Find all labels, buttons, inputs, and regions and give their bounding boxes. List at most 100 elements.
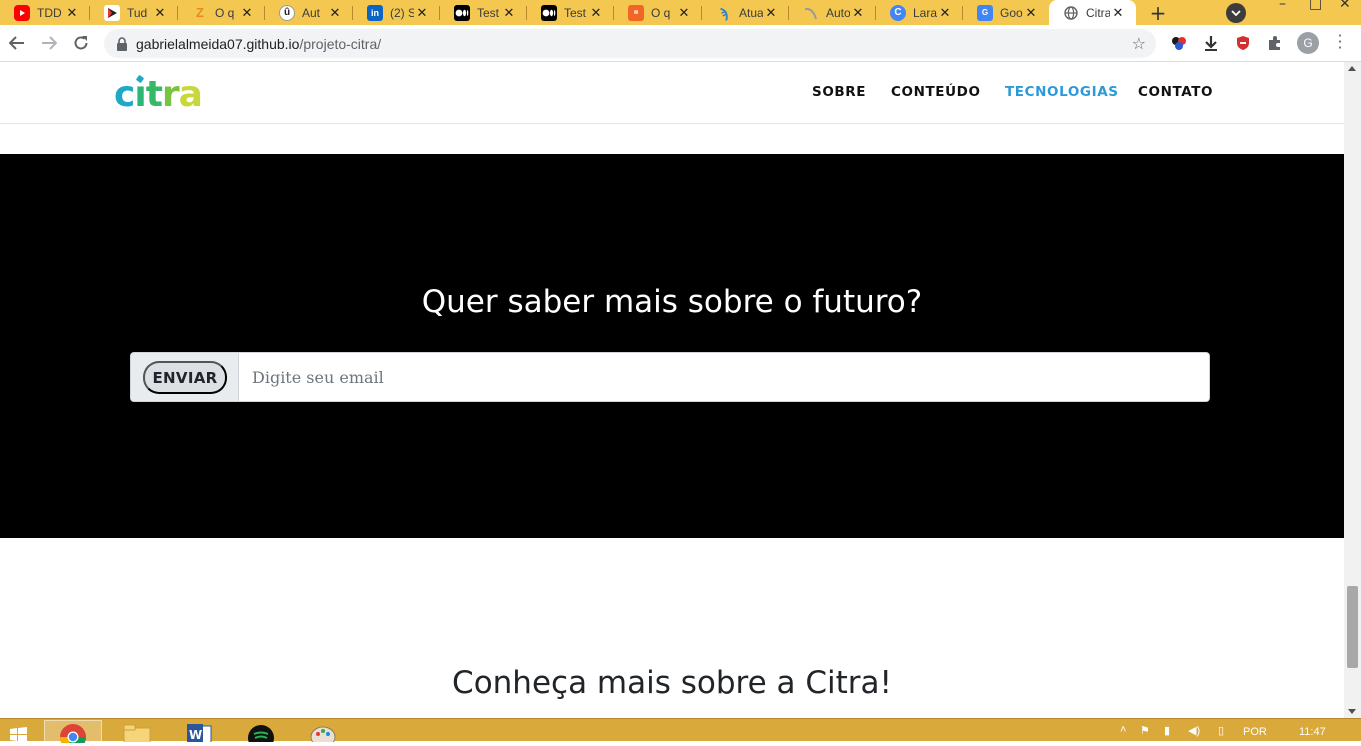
citra-logo[interactable]: cıtra — [114, 74, 214, 115]
close-icon[interactable]: ✕ — [64, 5, 80, 21]
browser-tab[interactable]: G Goo ✕ — [963, 0, 1049, 25]
email-input[interactable] — [240, 353, 1209, 401]
back-arrow-icon[interactable] — [5, 31, 29, 55]
taskbar-word[interactable]: W — [170, 720, 228, 742]
site-header: cıtra SOBRE CONTEÚDO TECNOLOGIAS CONTATO — [0, 62, 1344, 124]
tab-title: Atua — [739, 5, 763, 20]
medium-icon — [454, 4, 470, 21]
udemy-icon: û — [279, 4, 295, 21]
browser-tab-strip: TDD ✕ Tud ✕ Z O q ✕ û Aut ✕ in (2) S ✕ T… — [0, 0, 1361, 25]
extension-multicolor-icon[interactable] — [1170, 34, 1188, 52]
maximize-icon[interactable]: □ — [1309, 0, 1322, 12]
tray-up-arrow-icon[interactable]: ˄ — [1120, 724, 1126, 736]
pycharm-icon: ϡ — [719, 4, 729, 21]
page-scrollbar[interactable] — [1344, 62, 1361, 718]
nav-link-contato[interactable]: CONTATO — [1138, 84, 1213, 100]
browser-tab[interactable]: û Aut ✕ — [265, 0, 353, 25]
linkedin-icon: in — [367, 4, 383, 21]
medium-icon — [541, 4, 557, 21]
scroll-down-arrow-icon[interactable] — [1348, 709, 1356, 714]
browser-tab[interactable]: Z O q ✕ — [178, 0, 265, 25]
send-button[interactable]: ENVIAR — [143, 361, 227, 394]
download-icon[interactable] — [1202, 34, 1220, 52]
browser-tab[interactable]: Auto ✕ — [789, 0, 876, 25]
tab-title: Tud — [127, 5, 148, 20]
profile-avatar[interactable]: G — [1297, 32, 1319, 54]
new-tab-plus-icon[interactable]: + — [1146, 0, 1170, 25]
site-icon: ≋ — [628, 4, 644, 21]
volume-icon[interactable]: ◀) — [1188, 724, 1200, 737]
browser-tab-active[interactable]: Citra ✕ — [1049, 0, 1136, 25]
z-icon: Z — [196, 5, 204, 20]
clock[interactable]: 11:47 — [1299, 726, 1326, 738]
close-icon[interactable]: ✕ — [501, 5, 517, 21]
close-icon[interactable]: ✕ — [414, 5, 430, 21]
about-heading: Conheça mais sobre a Citra! — [452, 665, 892, 701]
tab-title: Citra — [1086, 5, 1110, 20]
globe-icon — [1063, 5, 1079, 21]
extensions-puzzle-icon[interactable] — [1266, 34, 1284, 52]
svg-text:cıtra: cıtra — [114, 74, 202, 114]
input-group-prepend: ENVIAR — [131, 353, 239, 401]
bookmark-star-icon[interactable]: ☆ — [1132, 34, 1146, 53]
lock-icon — [117, 36, 127, 51]
browser-tab[interactable]: ≋ O q ✕ — [614, 0, 702, 25]
close-icon[interactable]: ✕ — [850, 5, 866, 21]
browser-tab[interactable]: Test ✕ — [440, 0, 527, 25]
tab-title: O q — [215, 5, 235, 20]
url-path: /projeto-citra/ — [299, 35, 382, 52]
close-icon[interactable]: ✕ — [1023, 5, 1039, 21]
nav-link-conteudo[interactable]: CONTEÚDO — [891, 84, 981, 100]
close-icon[interactable]: ✕ — [588, 5, 604, 21]
taskbar-spotify[interactable] — [232, 720, 290, 742]
menu-kebab-icon[interactable]: · · · — [1330, 28, 1350, 56]
word-icon: W — [187, 724, 212, 742]
address-bar[interactable]: gabrielalmeida07.github.io/projeto-citra… — [104, 29, 1156, 58]
shield-icon[interactable] — [1234, 34, 1252, 52]
close-icon[interactable]: ✕ — [676, 5, 692, 21]
play-icon — [104, 4, 120, 21]
input-language[interactable]: POR — [1243, 726, 1267, 738]
taskbar-chrome[interactable] — [44, 720, 102, 743]
tab-title: Goo — [1000, 5, 1023, 20]
windows-start-icon[interactable] — [6, 723, 36, 742]
browser-tab[interactable]: in (2) S ✕ — [353, 0, 440, 25]
citra-logo-mark: cıtra — [114, 74, 203, 115]
browser-tab[interactable]: C Lara ✕ — [876, 0, 963, 25]
browser-tab[interactable]: Tud ✕ — [90, 0, 178, 25]
scroll-up-arrow-icon[interactable] — [1348, 66, 1356, 71]
tab-search-chevron-icon[interactable] — [1226, 3, 1246, 23]
folder-icon — [123, 724, 151, 742]
windows-taskbar: W ˄ ⚑ ▮ ◀) ▯ POR 11:47 — [0, 718, 1361, 743]
close-icon[interactable]: ✕ — [1110, 5, 1126, 21]
scrollbar-thumb[interactable] — [1347, 586, 1358, 668]
browser-tab[interactable]: Test ✕ — [527, 0, 614, 25]
youtube-icon — [14, 4, 30, 21]
close-icon[interactable]: ✕ — [763, 5, 779, 21]
translate-icon: G — [977, 4, 993, 21]
paint-palette-icon — [310, 726, 336, 742]
forward-arrow-icon[interactable] — [37, 31, 61, 55]
battery-icon[interactable]: ▯ — [1218, 724, 1224, 737]
nav-link-sobre[interactable]: SOBRE — [812, 84, 866, 100]
close-icon[interactable]: ✕ — [937, 5, 953, 21]
tray-flag-icon[interactable]: ⚑ — [1140, 724, 1150, 737]
reload-icon[interactable] — [69, 31, 93, 55]
url-text: gabrielalmeida07.github.io/projeto-citra… — [136, 36, 381, 52]
close-icon[interactable]: ✕ — [152, 5, 168, 21]
newsletter-form: ENVIAR — [130, 352, 1210, 402]
tab-title: Lara — [913, 5, 937, 20]
browser-tab[interactable]: ϡ Atua ✕ — [702, 0, 789, 25]
taskbar-file-explorer[interactable] — [108, 720, 166, 742]
window-close-icon[interactable]: ✕ — [1339, 0, 1351, 12]
minimize-icon[interactable]: – — [1279, 0, 1286, 12]
close-icon[interactable]: ✕ — [239, 5, 255, 21]
chrome-icon — [60, 724, 86, 743]
browser-tab[interactable]: TDD ✕ — [0, 0, 90, 25]
newsletter-heading: Quer saber mais sobre o futuro? — [421, 284, 923, 320]
close-icon[interactable]: ✕ — [327, 5, 343, 21]
network-icon[interactable]: ▮ — [1164, 724, 1170, 737]
nav-link-tecnologias[interactable]: TECNOLOGIAS — [1005, 84, 1119, 100]
taskbar-paint[interactable] — [294, 720, 352, 742]
window-controls: – □ ✕ — [1271, 0, 1361, 12]
